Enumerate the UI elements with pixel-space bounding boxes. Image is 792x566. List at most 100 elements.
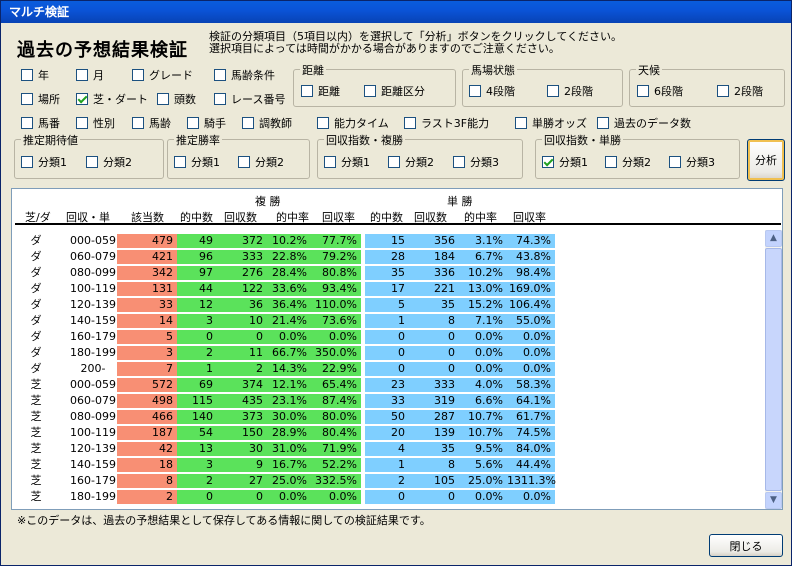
- checkbox-box[interactable]: [238, 155, 250, 168]
- checkbox-kaishu-fuku-3[interactable]: 分類3: [453, 154, 499, 169]
- checkbox-label: 馬番: [38, 116, 60, 130]
- checkbox-box[interactable]: [214, 92, 226, 105]
- checkbox-box[interactable]: [242, 116, 254, 129]
- checkbox-last3f[interactable]: ラスト3F能力: [404, 115, 489, 130]
- checkbox-box[interactable]: [669, 155, 681, 168]
- cell-count: 131: [117, 282, 177, 296]
- checkbox-race-no[interactable]: レース番号: [214, 91, 285, 106]
- checkbox-box[interactable]: [388, 155, 400, 168]
- checkbox-box[interactable]: [605, 155, 617, 168]
- checkbox-kako-data[interactable]: 過去のデータ数: [597, 115, 691, 130]
- checkbox-box-checked[interactable]: [542, 155, 554, 168]
- checkbox-chokyoshi[interactable]: 調教師: [242, 115, 292, 130]
- checkbox-label: ラスト3F能力: [421, 116, 490, 130]
- checkbox-shoritsu-1[interactable]: 分類1: [174, 154, 220, 169]
- checkbox-kyori-kubun[interactable]: 距離区分: [364, 83, 425, 98]
- checkbox-label: 能力タイム: [334, 116, 389, 130]
- checkbox-shiba-dirt[interactable]: 芝・ダート: [76, 91, 148, 106]
- cell-tan-hits: 20: [365, 426, 409, 440]
- checkbox-box[interactable]: [717, 84, 729, 97]
- checkbox-box[interactable]: [132, 116, 144, 129]
- checkbox-box[interactable]: [76, 68, 88, 81]
- cell-range: 080-099: [70, 410, 116, 423]
- cell-tan-return: 287: [409, 410, 459, 424]
- checkbox-kaishu-fuku-1[interactable]: 分類1: [324, 154, 370, 169]
- cell-tan-hitrate: 9.5%: [459, 442, 507, 456]
- checkbox-umaban[interactable]: 馬番: [21, 115, 60, 130]
- checkbox-box[interactable]: [76, 116, 88, 129]
- checkbox-kaishu-tan-1[interactable]: 分類1: [542, 154, 588, 169]
- checkbox-box[interactable]: [301, 84, 313, 97]
- cell-tan-returnrate: 169.0%: [507, 282, 555, 296]
- checkbox-kitaichi-1[interactable]: 分類1: [21, 154, 67, 169]
- checkbox-kyori[interactable]: 距離: [301, 83, 340, 98]
- cell-fuku-returnrate: 73.6%: [311, 314, 361, 328]
- cell-range: 000-059: [70, 378, 116, 391]
- checkbox-box[interactable]: [86, 155, 98, 168]
- checkbox-noryoku-time[interactable]: 能力タイム: [317, 115, 389, 130]
- scroll-up-arrow-icon[interactable]: ▲: [765, 230, 782, 247]
- checkbox-box[interactable]: [404, 116, 416, 129]
- checkbox-box[interactable]: [453, 155, 465, 168]
- checkbox-box[interactable]: [469, 84, 481, 97]
- checkbox-kaishu-tan-2[interactable]: 分類2: [605, 154, 651, 169]
- checkbox-baba-2[interactable]: 2段階: [547, 83, 593, 98]
- cell-tan-returnrate: 44.4%: [507, 458, 555, 472]
- cell-fuku-hitrate: 30.0%: [267, 410, 311, 424]
- analyze-button[interactable]: 分析: [747, 139, 785, 181]
- checkbox-tsuki[interactable]: 月: [76, 67, 104, 82]
- checkbox-box[interactable]: [637, 84, 649, 97]
- checkbox-box[interactable]: [157, 92, 169, 105]
- checkbox-box[interactable]: [132, 68, 144, 81]
- checkbox-box[interactable]: [597, 116, 609, 129]
- cell-tan-hits: 0: [365, 362, 409, 376]
- checkbox-box[interactable]: [21, 92, 33, 105]
- checkbox-label: 分類2: [405, 155, 434, 169]
- cell-tan-return: 105: [409, 474, 459, 488]
- checkbox-box[interactable]: [187, 116, 199, 129]
- checkbox-baba-4[interactable]: 4段階: [469, 83, 515, 98]
- checkbox-nen[interactable]: 年: [21, 67, 49, 82]
- checkbox-box[interactable]: [515, 116, 527, 129]
- checkbox-kitaichi-2[interactable]: 分類2: [86, 154, 132, 169]
- cell-tan-returnrate: 58.3%: [507, 378, 555, 392]
- checkbox-box[interactable]: [547, 84, 559, 97]
- checkbox-barei[interactable]: 馬齢: [132, 115, 171, 130]
- checkbox-kishu[interactable]: 騎手: [187, 115, 226, 130]
- checkbox-grade[interactable]: グレード: [132, 67, 193, 82]
- checkbox-tosu[interactable]: 頭数: [157, 91, 196, 106]
- checkbox-label: 芝・ダート: [93, 92, 148, 106]
- cell-tan-hits: 15: [365, 234, 409, 248]
- checkbox-box[interactable]: [174, 155, 186, 168]
- checkbox-kaishu-fuku-2[interactable]: 分類2: [388, 154, 434, 169]
- cell-tan-returnrate: 0.0%: [507, 490, 555, 504]
- cell-count: 421: [117, 250, 177, 264]
- checkbox-shoritsu-2[interactable]: 分類2: [238, 154, 284, 169]
- checkbox-box[interactable]: [364, 84, 376, 97]
- checkbox-kaishu-tan-3[interactable]: 分類3: [669, 154, 715, 169]
- checkbox-box[interactable]: [214, 68, 226, 81]
- checkbox-box[interactable]: [317, 116, 329, 129]
- checkbox-tansho-odds[interactable]: 単勝オッズ: [515, 115, 587, 130]
- scrollbar-thumb[interactable]: [765, 248, 782, 491]
- checkbox-basho[interactable]: 場所: [21, 91, 60, 106]
- checkbox-label: 距離: [318, 84, 340, 98]
- checkbox-box[interactable]: [21, 116, 33, 129]
- checkbox-box[interactable]: [21, 68, 33, 81]
- scroll-down-arrow-icon[interactable]: ▼: [765, 492, 782, 509]
- checkbox-box-checked[interactable]: [76, 92, 88, 105]
- checkbox-tenko-2[interactable]: 2段階: [717, 83, 763, 98]
- cell-tan-returnrate: 98.4%: [507, 266, 555, 280]
- close-button[interactable]: 閉じる: [709, 534, 783, 557]
- checkbox-box[interactable]: [21, 155, 33, 168]
- cell-tan-returnrate: 0.0%: [507, 330, 555, 344]
- cell-tan-hitrate: 13.0%: [459, 282, 507, 296]
- cell-surface: ダ: [30, 298, 42, 311]
- cell-fuku-hitrate: 21.4%: [267, 314, 311, 328]
- checkbox-box[interactable]: [324, 155, 336, 168]
- results-table: 複 勝 単 勝 芝/ダ 回収・単 該当数 的中数 回収数 的中率 回収率 的中数…: [11, 188, 783, 510]
- vertical-scrollbar[interactable]: ▲ ▼: [765, 230, 782, 509]
- checkbox-seibetsu[interactable]: 性別: [76, 115, 115, 130]
- checkbox-barei-joken[interactable]: 馬齢条件: [214, 67, 275, 82]
- checkbox-tenko-6[interactable]: 6段階: [637, 83, 683, 98]
